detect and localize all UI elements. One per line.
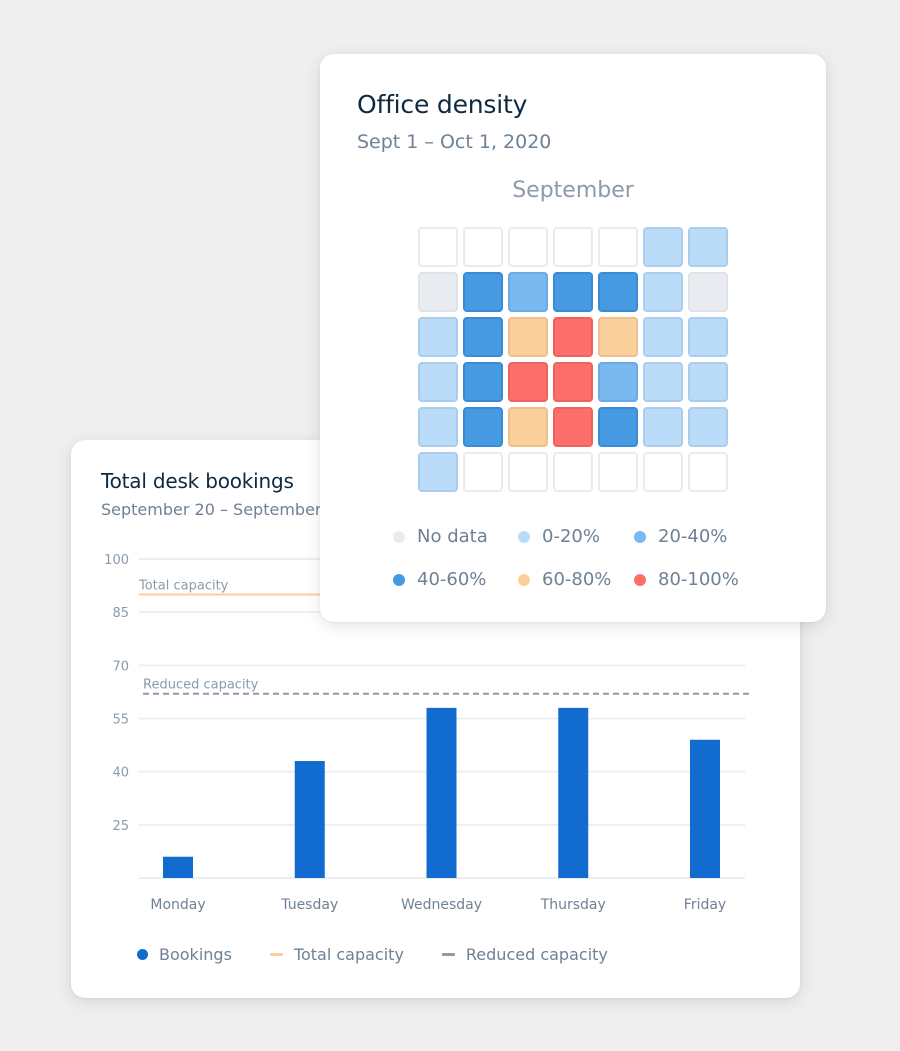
heatmap-cell-empty [553,227,593,267]
heatmap-cell-40-60 [463,407,503,447]
heatmap-cell-80-100 [553,362,593,402]
heatmap-cell-0-20 [643,227,683,267]
bar-friday [690,739,720,878]
y-tick-label: 40 [112,766,129,781]
reduced-capacity-line-icon [441,953,455,956]
heatmap-cell-0-20 [688,227,728,267]
bar-thursday [558,707,589,878]
bar-monday [163,856,193,878]
legend-label: Reduced capacity [465,945,608,964]
bookings-card-title: Total desk bookings [101,469,294,493]
legend-dot-icon [393,530,405,543]
y-tick-label: 55 [112,713,129,728]
y-tick-label: 25 [112,819,129,834]
heatmap-cell-60-80 [598,317,638,357]
legend-item-20-40: 20-40% [634,526,764,547]
heatmap-cell-40-60 [598,272,638,312]
legend-label: No data [417,526,488,547]
legend-label: 60-80% [542,569,612,590]
heatmap-cell-empty [463,227,503,267]
legend-dot-icon [393,573,405,586]
x-tick-label: Wednesday [401,897,482,913]
legend-label: 20-40% [658,526,728,547]
heatmap-cell-0-20 [643,362,683,402]
heatmap-cell-empty [508,452,548,492]
total-capacity-line-icon [269,953,283,956]
heatmap-cell-empty [553,452,593,492]
legend-dot-icon [518,530,530,543]
legend-item-reduced-capacity: Reduced capacity [441,945,608,964]
bar-wednesday [426,707,457,878]
heatmap-cell-empty [508,227,548,267]
heatmap-cell-40-60 [598,407,638,447]
heatmap-cell-0-20 [643,272,683,312]
heatmap-cell-60-80 [508,407,548,447]
legend-label: 80-100% [658,569,739,590]
x-tick-label: Thursday [540,897,606,913]
legend-item-bookings: Bookings [137,945,232,964]
heatmap-cell-empty [463,452,503,492]
legend-item-total-capacity: Total capacity [269,945,404,964]
density-card-title: Office density [357,90,528,119]
heatmap-cell-0-20 [688,362,728,402]
bar-tuesday [294,761,325,878]
reduced-capacity-label: Reduced capacity [143,678,259,693]
x-tick-label: Monday [150,897,205,913]
heatmap-cell-nodata [418,272,458,312]
calendar-month-label: September [512,178,634,203]
heatmap-cell-0-20 [643,317,683,357]
legend-dot-icon [634,530,646,543]
total-capacity-label: Total capacity [138,578,229,593]
density-card-date-range: Sept 1 – Oct 1, 2020 [357,131,552,153]
office-density-card: Office density Sept 1 – Oct 1, 2020 Sept… [320,54,826,622]
legend-label: 40-60% [417,569,487,590]
legend-label: Bookings [159,945,232,964]
heatmap-cell-20-40 [508,272,548,312]
heatmap-cell-0-20 [643,407,683,447]
heatmap-cell-0-20 [418,407,458,447]
heatmap-cell-0-20 [688,407,728,447]
heatmap-cell-80-100 [508,362,548,402]
density-legend: No data 0-20% 20-40% 40-60% 60-80% 80-100% [393,526,793,590]
legend-item-nodata: No data [393,526,518,547]
legend-label: 0-20% [542,526,600,547]
density-calendar-heatmap [418,227,728,492]
y-tick-label: 85 [112,606,129,621]
legend-item-0-20: 0-20% [518,526,634,547]
y-tick-label: 100 [104,553,129,568]
legend-item-60-80: 60-80% [518,569,634,590]
heatmap-cell-0-20 [418,317,458,357]
heatmap-cell-40-60 [463,272,503,312]
legend-item-40-60: 40-60% [393,569,518,590]
y-tick-label: 70 [112,659,129,674]
heatmap-cell-80-100 [553,317,593,357]
legend-dot-icon [634,573,646,586]
heatmap-cell-80-100 [553,407,593,447]
heatmap-cell-40-60 [463,317,503,357]
x-tick-label: Friday [684,897,726,913]
bookings-dot-icon [137,949,148,960]
heatmap-cell-0-20 [418,452,458,492]
bookings-legend: Bookings Total capacity Reduced capacity [137,945,646,964]
heatmap-cell-60-80 [508,317,548,357]
heatmap-cell-0-20 [688,317,728,357]
heatmap-cell-empty [598,227,638,267]
x-tick-label: Tuesday [280,897,338,913]
heatmap-cell-0-20 [418,362,458,402]
heatmap-cell-20-40 [598,362,638,402]
legend-item-80-100: 80-100% [634,569,764,590]
legend-label: Total capacity [293,945,404,964]
heatmap-cell-nodata [688,272,728,312]
heatmap-cell-empty [598,452,638,492]
heatmap-cell-40-60 [553,272,593,312]
heatmap-cell-empty [688,452,728,492]
heatmap-cell-40-60 [463,362,503,402]
bookings-card-date-range: September 20 – September [101,500,322,519]
heatmap-cell-empty [418,227,458,267]
legend-dot-icon [518,573,530,586]
heatmap-cell-empty [643,452,683,492]
